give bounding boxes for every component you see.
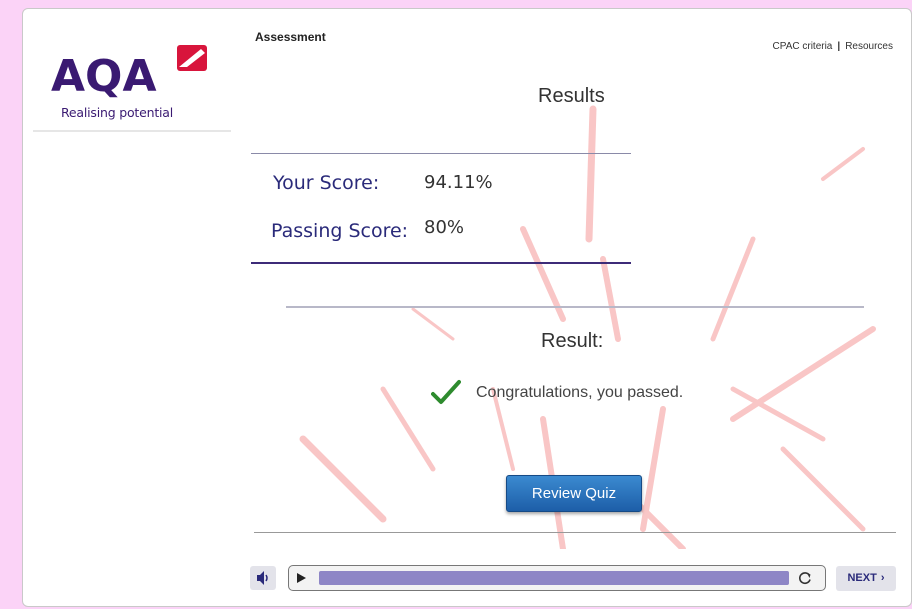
review-quiz-button[interactable]: Review Quiz <box>506 475 642 512</box>
score-divider-bottom <box>251 262 631 264</box>
speaker-icon <box>257 571 268 585</box>
audio-player <box>288 565 826 591</box>
aqa-logo: AQA <box>51 45 207 101</box>
replay-icon[interactable] <box>797 570 813 586</box>
score-divider-top <box>251 153 631 154</box>
passing-score-value: 80% <box>424 217 465 238</box>
logo-divider <box>33 130 231 132</box>
mute-button[interactable] <box>250 566 276 590</box>
result-message: Congratulations, you passed. <box>476 384 684 401</box>
your-score-value: 94.11% <box>424 172 493 193</box>
result-divider <box>286 306 864 308</box>
cpac-criteria-link[interactable]: CPAC criteria <box>773 41 833 52</box>
logo-tagline: Realising potential <box>61 105 174 120</box>
play-icon[interactable] <box>295 572 307 584</box>
results-title: Results <box>538 85 605 107</box>
section-title: Assessment <box>255 30 326 44</box>
course-window: AQA Realising potential Assessment CPAC … <box>22 8 912 607</box>
result-heading: Result: <box>541 330 604 352</box>
logo-area: AQA Realising potential <box>31 19 229 131</box>
svg-text:AQA: AQA <box>51 51 157 101</box>
link-separator: | <box>837 41 841 52</box>
chevron-right-icon: › <box>880 572 885 584</box>
next-label: NEXT <box>847 572 877 584</box>
your-score-label: Your Score: <box>273 172 380 194</box>
passing-score-label: Passing Score: <box>271 220 409 242</box>
checkmark-icon <box>431 380 461 404</box>
top-links: CPAC criteria | Resources <box>773 41 893 52</box>
aqa-logo-swoosh <box>177 45 207 71</box>
next-button[interactable]: NEXT › <box>836 566 896 591</box>
progress-bar[interactable] <box>319 571 789 585</box>
resources-link[interactable]: Resources <box>845 41 893 52</box>
content-divider-bottom <box>254 532 896 533</box>
progress-fill <box>319 571 789 585</box>
